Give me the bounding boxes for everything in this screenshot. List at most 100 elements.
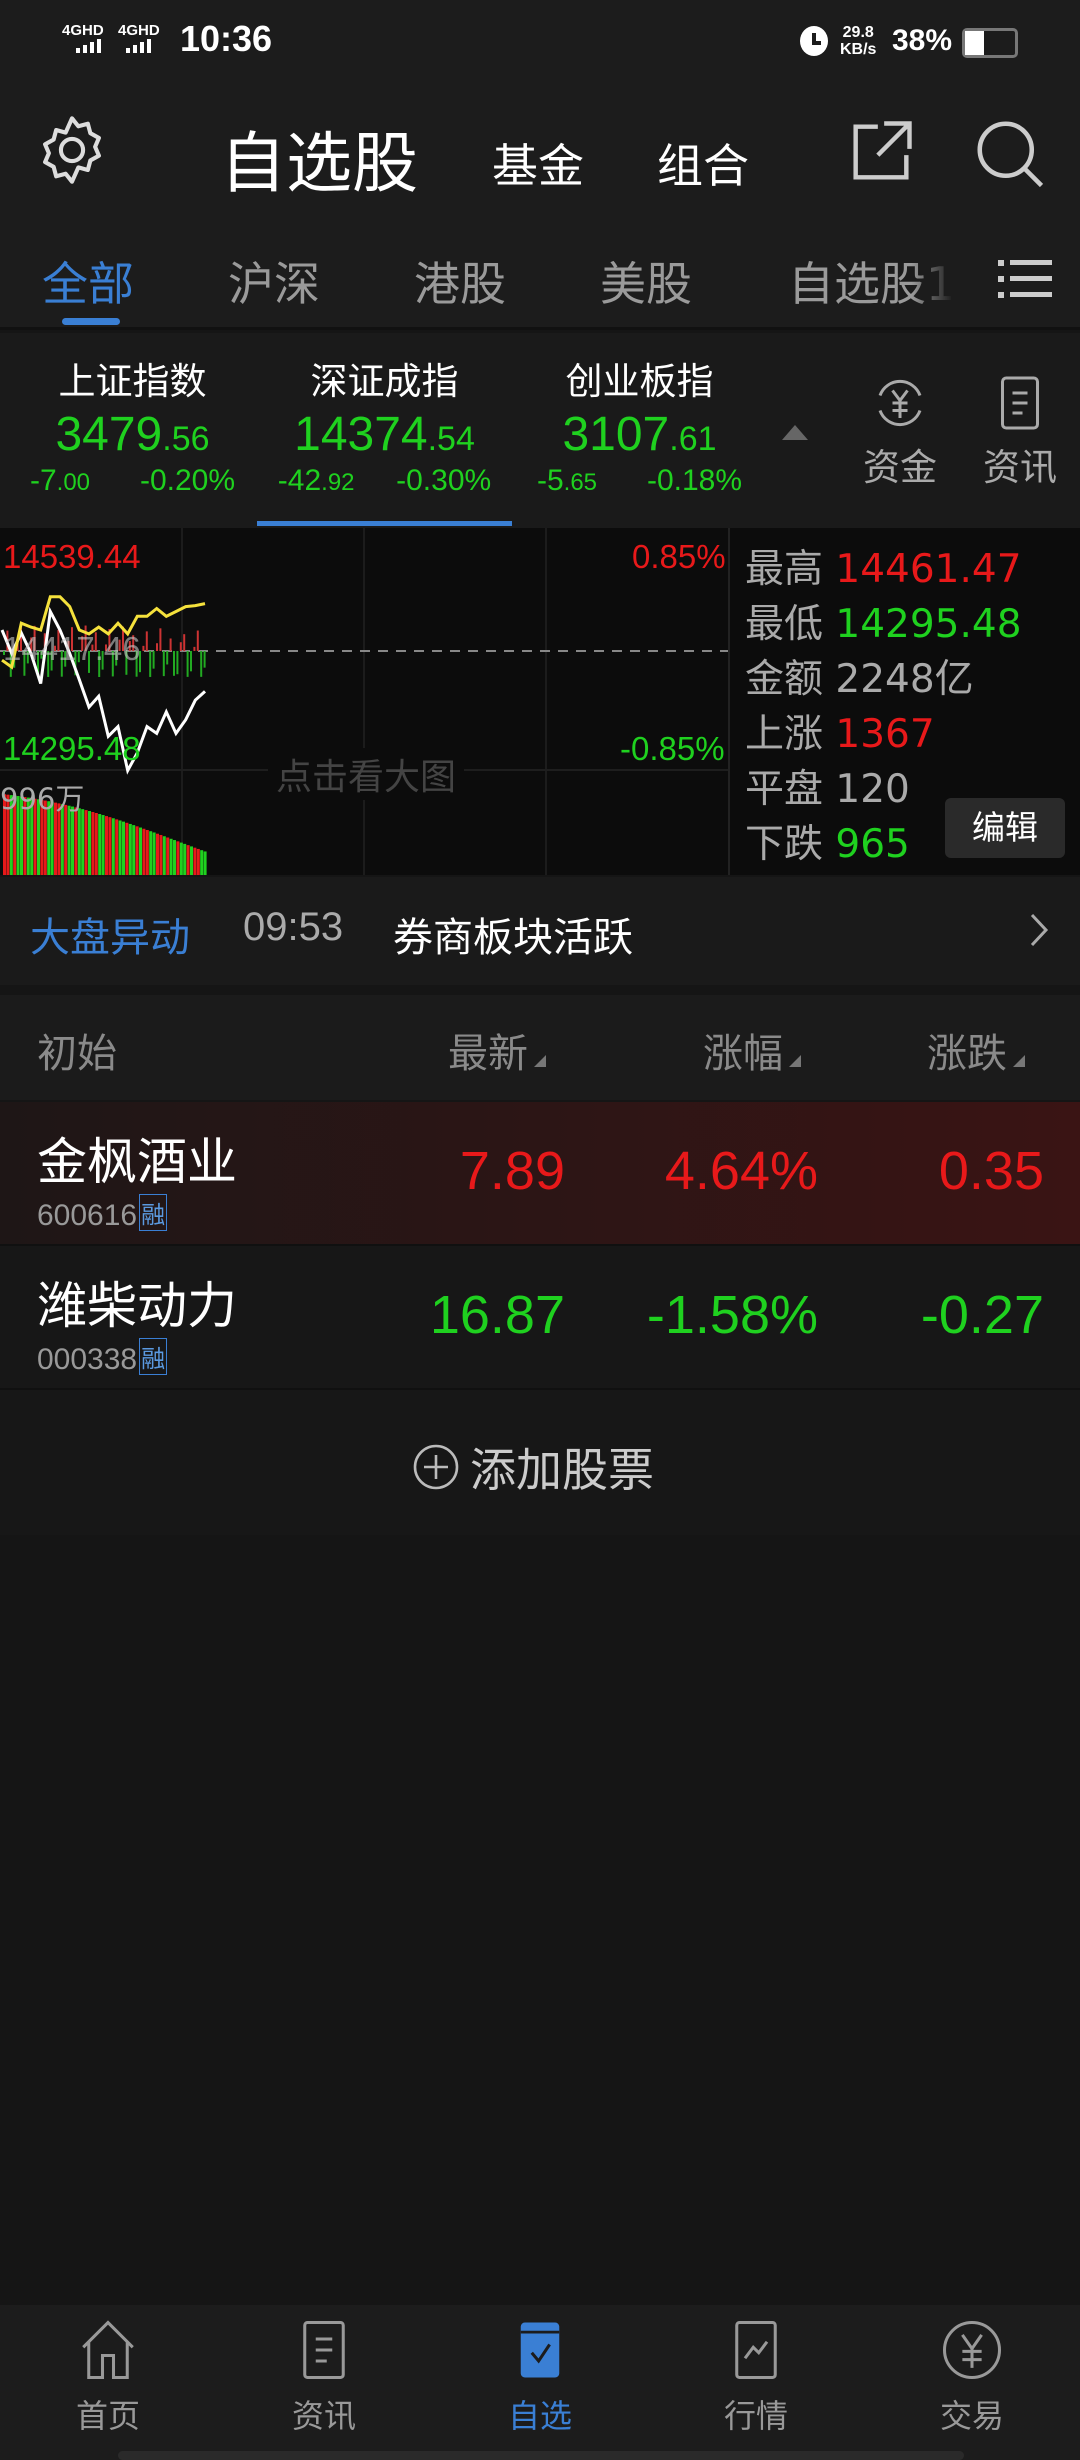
stock-code: 000338 <box>37 1343 138 1376</box>
nav-label: 自选 <box>507 2397 572 2435</box>
volume-bar <box>159 834 163 875</box>
stat-down-count: 965 <box>835 822 910 867</box>
tab-hongkong[interactable]: 港股 <box>414 248 506 314</box>
volume-bar <box>203 851 207 875</box>
momentum-bar <box>173 651 175 676</box>
margin-badge: 融 <box>139 1338 168 1375</box>
stock-code: 600616 <box>37 1199 138 1232</box>
stat-label: 最高 <box>745 547 824 592</box>
status-bar: 4GHD 4GHD 10:36 29.8 KB/s 38% <box>0 0 1080 80</box>
page-title[interactable]: 自选股 <box>220 110 418 206</box>
volume-bar <box>149 831 153 875</box>
stat-label: 下跌 <box>745 822 824 867</box>
nav-trade[interactable]: 交易 <box>864 2317 1080 2437</box>
volume-bar <box>81 809 85 875</box>
index-value: 3479 <box>55 408 163 461</box>
nav-market[interactable]: 行情 <box>648 2317 864 2437</box>
momentum-bar <box>166 651 169 665</box>
tab-funds[interactable]: 基金 <box>492 130 584 196</box>
top-header: 自选股 基金 组合 <box>0 80 1080 230</box>
volume-bar <box>156 833 159 875</box>
clock: 10:36 <box>180 18 273 59</box>
chart-max-label: 14539.44 <box>3 538 141 575</box>
yuan-coin-icon <box>942 2320 1002 2380</box>
sort-default-header[interactable]: 初始 <box>37 1021 117 1079</box>
stock-name: 金枫酒业 <box>37 1133 237 1191</box>
collapse-arrow-icon[interactable] <box>782 425 808 440</box>
intraday-chart-panel[interactable]: 14539.44 14417.46 14295.48 0.85% -0.85% … <box>0 528 1080 875</box>
latest-header[interactable]: 最新 <box>448 1021 546 1079</box>
volume-bar <box>101 815 105 875</box>
market-tabs: 全部 沪深 港股 美股 自选股1 <box>0 230 1080 330</box>
volume-bar <box>135 826 139 875</box>
tab-all[interactable]: 全部 <box>42 248 134 314</box>
tab-shanghai-shenzhen[interactable]: 沪深 <box>228 248 320 314</box>
tab-us[interactable]: 美股 <box>600 248 692 314</box>
search-icon[interactable] <box>970 114 1048 192</box>
nav-label: 首页 <box>75 2397 140 2435</box>
gesture-bar <box>118 2451 964 2460</box>
stock-row[interactable]: 潍柴动力 000338 融 16.87 -1.58% -0.27 <box>0 1246 1080 1390</box>
volume-bar <box>179 842 183 875</box>
market-alert-row[interactable]: 大盘异动 09:53 券商板块活跃 <box>0 877 1080 985</box>
stat-label: 金额 <box>745 657 824 702</box>
add-stock-button[interactable]: 添加股票 <box>412 1434 654 1500</box>
momentum-bar <box>159 628 162 651</box>
nav-home[interactable]: 首页 <box>0 2317 216 2437</box>
stock-change: -0.27 <box>920 1285 1044 1345</box>
stat-low: 14295.48 <box>835 602 1022 647</box>
volume-bar <box>88 811 91 875</box>
change-header[interactable]: 涨跌 <box>927 1021 1025 1079</box>
nav-news[interactable]: 资讯 <box>216 2317 432 2437</box>
tab-portfolio[interactable]: 组合 <box>657 130 749 196</box>
volume-bar <box>132 825 136 875</box>
trend-chart-icon <box>735 2320 777 2380</box>
share-icon[interactable] <box>843 114 919 190</box>
index-pct: -0.20% <box>139 464 236 497</box>
signal-icon <box>76 39 104 53</box>
view-large-chart-hint[interactable]: 点击看大图 <box>268 748 465 800</box>
alert-time: 09:53 <box>243 905 344 949</box>
volume-max-label: 996万 <box>0 782 85 816</box>
volume-bar <box>186 845 190 875</box>
volume-bar <box>176 841 180 875</box>
news-button[interactable]: 资讯 <box>978 373 1062 491</box>
index-value: 14374 <box>294 408 428 461</box>
network-indicator-2: 4GHD <box>118 22 160 53</box>
stock-price: 7.89 <box>459 1141 565 1201</box>
network-indicator-1: 4GHD <box>62 22 104 53</box>
chart-min-pct: -0.85% <box>620 730 725 767</box>
index-card-chinext[interactable]: 创业板指 3107.61 -5.65 -0.18% <box>512 333 767 528</box>
stat-label: 最低 <box>745 602 824 647</box>
stock-row[interactable]: 金枫酒业 600616 融 7.89 4.64% 0.35 <box>0 1102 1080 1246</box>
battery-icon <box>962 28 1018 58</box>
header-label: 涨跌 <box>927 1031 1007 1077</box>
index-value: 3107 <box>562 408 670 461</box>
momentum-bar <box>183 634 186 651</box>
volume-bar <box>128 823 132 875</box>
index-card-shenzhen[interactable]: 深证成指 14374.54 -42.92 -0.30% <box>257 333 512 528</box>
volume-bar <box>105 816 108 875</box>
funds-button[interactable]: 资金 <box>858 373 942 491</box>
volume-bar <box>139 827 142 875</box>
index-value-decimal: .54 <box>427 420 475 458</box>
momentum-bar <box>200 651 203 677</box>
momentum-bar <box>162 651 165 677</box>
menu-icon[interactable] <box>998 256 1052 302</box>
gear-icon[interactable] <box>34 112 110 188</box>
momentum-bar <box>142 645 145 651</box>
index-card-shanghai[interactable]: 上证指数 3479.56 -7.00 -0.20% <box>5 333 260 528</box>
funds-label: 资金 <box>863 446 937 489</box>
volume-bar <box>162 836 166 875</box>
volume-bar <box>98 814 102 875</box>
intraday-chart[interactable] <box>0 528 730 875</box>
nav-watchlist[interactable]: 自选 <box>432 2317 648 2437</box>
edit-button[interactable]: 编辑 <box>945 798 1065 858</box>
pct-header[interactable]: 涨幅 <box>703 1021 801 1079</box>
add-stock-row: 添加股票 <box>0 1390 1080 1535</box>
tab-watchlist-1[interactable]: 自选股1 <box>788 248 953 314</box>
index-change: -42 <box>277 464 322 497</box>
selected-index-indicator <box>257 521 512 526</box>
volume-bar <box>183 843 187 875</box>
yuan-refresh-icon <box>878 379 922 427</box>
